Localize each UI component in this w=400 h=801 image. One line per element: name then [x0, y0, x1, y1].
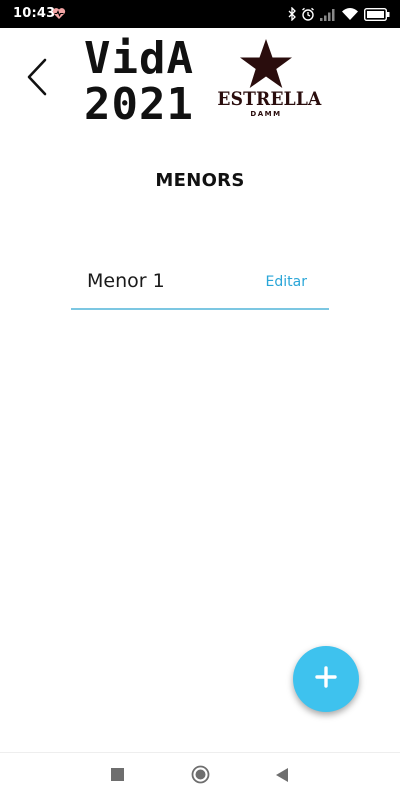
- signal-icon: [320, 8, 336, 21]
- add-button[interactable]: [293, 646, 359, 712]
- item-name: Menor 1: [87, 270, 165, 292]
- heart-rate-icon: [52, 7, 66, 25]
- brand-title-line1: VidA: [84, 33, 194, 84]
- status-bar: 10:43: [0, 0, 400, 28]
- nav-back-button[interactable]: [272, 767, 292, 787]
- alarm-icon: [301, 7, 315, 21]
- list-item: Menor 1 Editar: [71, 258, 329, 310]
- recent-apps-icon: [110, 768, 124, 786]
- battery-icon: [364, 7, 390, 21]
- page-title: MENORS: [155, 170, 245, 191]
- home-icon: [191, 765, 210, 789]
- bluetooth-icon: [288, 7, 296, 21]
- home-button[interactable]: [190, 765, 210, 789]
- back-button[interactable]: [22, 58, 52, 100]
- sponsor-sub: DAMM: [250, 110, 282, 118]
- star-icon: [239, 38, 293, 95]
- chevron-left-icon: [25, 58, 49, 101]
- sponsor-name: ESTRELLA: [217, 88, 322, 110]
- navigation-bar: [0, 752, 400, 801]
- sponsor-logo: ESTRELLA DAMM: [212, 38, 322, 122]
- status-time: 10:43: [13, 6, 56, 21]
- back-icon: [275, 767, 289, 787]
- brand-title: VidA 2021: [84, 36, 204, 128]
- edit-link[interactable]: Editar: [266, 274, 307, 290]
- wifi-icon: [341, 7, 359, 21]
- status-icons: [288, 6, 390, 22]
- brand-title-line2: 2021: [84, 79, 194, 130]
- recent-apps-button[interactable]: [107, 767, 127, 787]
- plus-icon: [315, 665, 337, 693]
